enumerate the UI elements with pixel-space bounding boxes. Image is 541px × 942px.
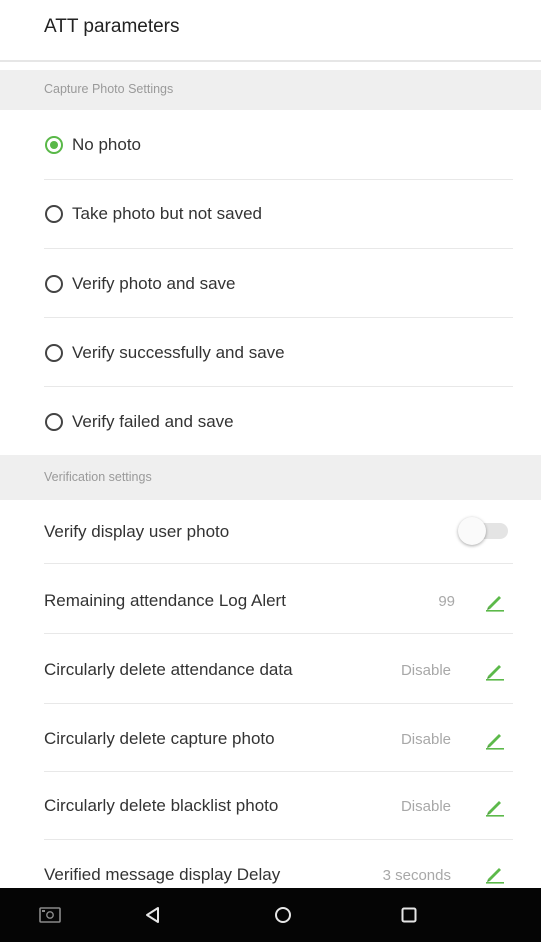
recents-icon: [401, 907, 417, 923]
setting-label: Circularly delete blacklist photo: [44, 796, 279, 815]
setting-label: Verify display user photo: [44, 522, 230, 541]
screenshot-button[interactable]: [20, 888, 80, 942]
home-button[interactable]: [253, 888, 313, 942]
pencil-icon[interactable]: [484, 659, 506, 681]
setting-value: 3 seconds: [382, 867, 451, 884]
circularly-delete-attendance-data-row[interactable]: Circularly delete attendance data Disabl…: [0, 634, 541, 704]
toggle-knob: [458, 517, 486, 545]
section-title: Verification settings: [44, 470, 152, 484]
verify-display-user-photo-row[interactable]: Verify display user photo: [0, 500, 541, 564]
setting-value: Disable: [400, 662, 451, 679]
back-button[interactable]: [123, 888, 183, 942]
pencil-icon[interactable]: [484, 728, 506, 750]
radio-option-verify-success-save[interactable]: Verify successfully and save: [0, 318, 541, 387]
radio-label: Verify successfully and save: [72, 343, 285, 362]
radio-button[interactable]: [45, 275, 63, 293]
back-icon: [146, 907, 159, 923]
radio-button[interactable]: [45, 205, 63, 223]
verification-settings-header: Verification settings: [0, 455, 541, 500]
circularly-delete-blacklist-photo-row[interactable]: Circularly delete blacklist photo Disabl…: [0, 772, 541, 840]
radio-button[interactable]: [45, 136, 63, 154]
home-icon: [275, 907, 291, 923]
radio-option-no-photo[interactable]: No photo: [0, 110, 541, 180]
setting-label: Verified message display Delay: [44, 865, 281, 884]
radio-label: Verify photo and save: [72, 274, 236, 293]
recents-button[interactable]: [379, 888, 439, 942]
page-header: ATT parameters: [0, 0, 541, 62]
radio-option-verify-photo-save[interactable]: Verify photo and save: [0, 249, 541, 318]
remaining-attendance-log-alert-row[interactable]: Remaining attendance Log Alert 99: [0, 564, 541, 634]
section-title: Capture Photo Settings: [44, 82, 174, 96]
pencil-icon[interactable]: [484, 590, 506, 612]
setting-label: Circularly delete capture photo: [44, 729, 275, 748]
radio-label: No photo: [72, 135, 141, 154]
system-navigation-bar: [0, 888, 541, 942]
radio-label: Verify failed and save: [72, 412, 234, 431]
setting-label: Circularly delete attendance data: [44, 660, 293, 679]
radio-label: Take photo but not saved: [72, 204, 262, 223]
page-title: ATT parameters: [44, 16, 180, 37]
setting-label: Remaining attendance Log Alert: [44, 591, 286, 610]
radio-option-verify-failed-save[interactable]: Verify failed and save: [0, 387, 541, 455]
pencil-icon[interactable]: [484, 795, 506, 817]
circularly-delete-capture-photo-row[interactable]: Circularly delete capture photo Disable: [0, 704, 541, 772]
setting-value: 99: [438, 593, 455, 610]
capture-photo-settings-header: Capture Photo Settings: [0, 70, 541, 110]
pencil-icon[interactable]: [484, 862, 506, 884]
verify-display-user-photo-toggle[interactable]: [456, 514, 516, 548]
radio-option-take-photo-not-saved[interactable]: Take photo but not saved: [0, 180, 541, 249]
screenshot-icon: [39, 907, 61, 923]
verified-message-display-delay-row[interactable]: Verified message display Delay 3 seconds: [0, 840, 541, 888]
setting-value: Disable: [400, 731, 451, 748]
radio-button[interactable]: [45, 344, 63, 362]
radio-button[interactable]: [45, 413, 63, 431]
setting-value: Disable: [400, 798, 451, 815]
